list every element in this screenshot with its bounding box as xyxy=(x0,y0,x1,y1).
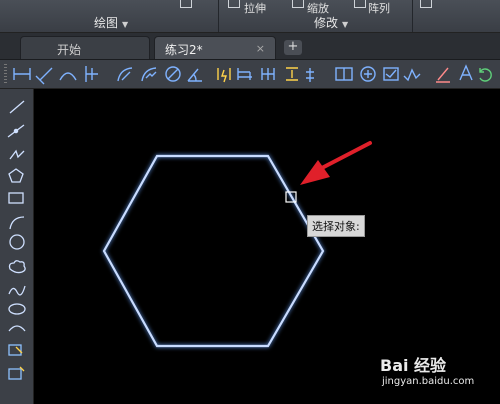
revision-cloud-icon[interactable] xyxy=(8,260,26,274)
chevron-down-icon: ▼ xyxy=(122,20,129,29)
stretch-icon[interactable] xyxy=(228,0,240,8)
tab-label: 开始 xyxy=(57,43,82,57)
close-icon[interactable]: × xyxy=(256,42,265,55)
jogged-linear-icon[interactable] xyxy=(403,68,421,82)
tab-drawing[interactable]: 练习2* × xyxy=(154,36,276,59)
modify-panel-label: 修改 xyxy=(314,16,339,30)
toolbar-icons xyxy=(13,64,492,85)
diameter-dim-icon[interactable] xyxy=(165,66,181,82)
radius-dim-icon[interactable] xyxy=(117,67,133,82)
edit-text-icon[interactable] xyxy=(459,64,473,81)
rectangle-icon[interactable] xyxy=(8,192,24,204)
polyline-icon[interactable] xyxy=(9,149,25,160)
ribbon-separator xyxy=(412,0,413,32)
polygon-icon[interactable] xyxy=(8,168,24,183)
watermark-brand: Bai 经验 xyxy=(380,356,447,375)
jogged-dim-icon[interactable] xyxy=(141,67,157,82)
ribbon-separator xyxy=(218,0,219,32)
construction-line-icon[interactable] xyxy=(7,124,25,138)
scale-icon[interactable] xyxy=(292,0,304,8)
angular-dim-icon[interactable] xyxy=(187,68,202,82)
make-block-icon[interactable] xyxy=(8,366,25,380)
select-objects-prompt: 选择对象: xyxy=(307,215,365,237)
watermark-url: jingyan.baidu.com xyxy=(382,376,475,387)
quick-dim-icon[interactable] xyxy=(217,68,231,83)
spline-icon[interactable] xyxy=(8,285,26,296)
space-dim-icon[interactable] xyxy=(286,67,298,81)
dimension-toolbar xyxy=(0,60,500,89)
baseline-dim-icon[interactable] xyxy=(237,68,252,80)
ellipse-arc-icon[interactable] xyxy=(8,325,26,332)
arc-icon[interactable] xyxy=(9,216,25,230)
new-tab-button[interactable]: + xyxy=(284,40,302,55)
move-icon[interactable] xyxy=(180,0,192,8)
draw-panel-title[interactable]: 绘图 ▼ xyxy=(94,14,128,31)
baidu-watermark: Bai 经验 jingyan.baidu.com xyxy=(380,352,474,387)
draw-toolbar-icons xyxy=(7,100,26,380)
inspect-icon[interactable] xyxy=(383,67,399,81)
chevron-down-icon: ▼ xyxy=(342,20,349,29)
ribbon-panel: 拉伸 缩放 阵列 绘图 ▼ 修改 ▼ xyxy=(0,0,500,33)
draw-toolbar xyxy=(0,89,34,404)
circle-icon[interactable] xyxy=(9,234,25,250)
tolerance-icon[interactable] xyxy=(335,67,353,81)
insert-block-icon[interactable] xyxy=(8,344,23,356)
line-icon[interactable] xyxy=(9,100,25,114)
modify-panel-title[interactable]: 修改 ▼ xyxy=(314,14,348,31)
edit-dim-icon[interactable] xyxy=(436,67,450,83)
copy-icon[interactable] xyxy=(420,0,432,8)
continue-dim-icon[interactable] xyxy=(261,68,275,80)
tab-start[interactable]: 开始 xyxy=(20,36,150,59)
center-mark-icon[interactable] xyxy=(360,66,376,82)
draw-panel-label: 绘图 xyxy=(94,16,119,30)
document-tab-bar: 开始 练习2* × + xyxy=(0,33,500,60)
update-dim-icon[interactable] xyxy=(479,68,492,82)
array-button[interactable]: 阵列 xyxy=(368,0,390,16)
break-dim-icon[interactable] xyxy=(306,68,314,82)
aligned-dim-icon[interactable] xyxy=(35,67,53,85)
ordinate-dim-icon[interactable] xyxy=(85,66,98,82)
ellipse-icon[interactable] xyxy=(8,303,26,315)
tab-label: 练习2* xyxy=(165,43,203,57)
linear-dim-icon[interactable] xyxy=(13,68,31,80)
arc-length-icon[interactable] xyxy=(59,72,77,81)
stretch-button[interactable]: 拉伸 xyxy=(244,0,266,16)
array-icon[interactable] xyxy=(354,0,366,8)
